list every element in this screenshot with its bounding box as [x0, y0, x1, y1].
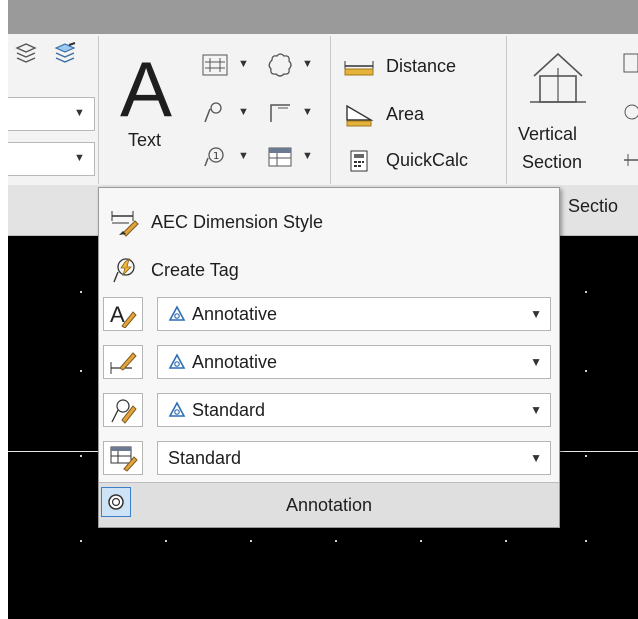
annotation-panel-title: Annotation	[285, 494, 373, 515]
quickcalc-label: QuickCalc	[386, 150, 469, 170]
aec-dimension-style-label: AEC Dimension Style	[151, 211, 324, 232]
area-label: Area	[386, 104, 425, 124]
annotative-icon	[168, 305, 186, 321]
callout-tool-icon[interactable]	[618, 98, 638, 126]
grid-dot	[585, 455, 587, 457]
grid-dot	[335, 540, 337, 542]
text-style-select[interactable]: Annotative ▼	[157, 297, 551, 331]
chevron-down-icon[interactable]: ▼	[238, 58, 249, 70]
tag-icon[interactable]: 1	[198, 142, 232, 172]
section-line-icon[interactable]	[618, 146, 638, 174]
dimension-style-select[interactable]: Annotative ▼	[157, 345, 551, 379]
pin-panel-button[interactable]	[101, 487, 131, 517]
dimension-style-button[interactable]	[103, 345, 143, 379]
multileader-style-select[interactable]: Standard ▼	[157, 393, 551, 427]
area-button[interactable]: Area	[340, 100, 490, 130]
text-style-value: Annotative	[192, 303, 278, 324]
multileader-style-value: Standard	[192, 399, 266, 420]
annotative-icon	[168, 401, 186, 417]
text-icon: A	[120, 45, 173, 133]
vertical-section-label-line1: Vertical	[518, 124, 578, 144]
grid-dot	[250, 540, 252, 542]
svg-text:1: 1	[213, 151, 219, 162]
grid-dot	[80, 370, 82, 372]
leader-icon[interactable]	[198, 98, 232, 128]
chevron-down-icon: ▼	[530, 307, 542, 321]
panel-separator	[506, 36, 507, 184]
title-bar	[8, 0, 638, 34]
vertical-section-label-line2: Section	[522, 152, 583, 172]
revision-cloud-icon[interactable]	[264, 50, 296, 80]
table-style-select[interactable]: Standard ▼	[157, 441, 551, 475]
table-icon[interactable]	[264, 142, 296, 172]
layer-states-icon[interactable]	[12, 40, 40, 66]
create-tag-label: Create Tag	[151, 259, 239, 280]
text-button-label: Text	[128, 130, 162, 150]
svg-text:A: A	[110, 302, 125, 327]
annotative-icon	[168, 353, 186, 369]
annotation-panel-title-bar[interactable]: Annotation	[99, 482, 559, 527]
calculator-icon	[350, 150, 368, 172]
section-tool-icon[interactable]	[618, 50, 638, 78]
chevron-down-icon[interactable]: ▼	[302, 106, 313, 118]
grid-dot	[505, 540, 507, 542]
dimension-style-value: Annotative	[192, 351, 278, 372]
grid-dot	[80, 455, 82, 457]
vertical-section-icon	[530, 52, 586, 103]
grid-dot	[80, 291, 82, 293]
grid-dot	[80, 540, 82, 542]
distance-label: Distance	[386, 56, 457, 76]
area-icon	[346, 104, 374, 127]
grid-dot	[585, 540, 587, 542]
layer-combo[interactable]: ▼	[8, 97, 95, 131]
table-style-value: Standard	[168, 447, 242, 468]
multileader-style-button[interactable]	[103, 393, 143, 427]
create-tag-row[interactable]: Create Tag	[99, 248, 559, 292]
text-style-icon: A	[110, 302, 137, 328]
grid-dot	[585, 370, 587, 372]
chevron-down-icon[interactable]: ▼	[238, 106, 249, 118]
distance-icon	[344, 61, 374, 76]
elevation-label-icon[interactable]	[264, 98, 296, 128]
table-style-row: Standard ▼	[99, 438, 559, 478]
panel-separator	[330, 36, 331, 184]
sections-panel-title[interactable]: Sectio	[568, 196, 618, 217]
chevron-down-icon[interactable]: ▼	[238, 150, 249, 162]
pin-icon	[108, 494, 124, 510]
quickcalc-button[interactable]: QuickCalc	[340, 146, 500, 176]
grid-dot	[165, 540, 167, 542]
multileader-style-icon	[111, 399, 137, 424]
distance-button[interactable]: Distance	[340, 52, 490, 82]
create-tag-icon	[113, 258, 135, 283]
layer-combo-2[interactable]: ▼	[8, 142, 95, 176]
vertical-section-button[interactable]: Vertical Section	[514, 44, 606, 180]
multileader-style-row: Standard ▼	[99, 390, 559, 430]
text-style-button[interactable]: A	[103, 297, 143, 331]
chevron-down-icon[interactable]: ▼	[302, 150, 313, 162]
dimension-style-icon	[110, 352, 137, 374]
chevron-down-icon: ▼	[530, 403, 542, 417]
table-style-button[interactable]	[103, 441, 143, 475]
dimension-style-row: Annotative ▼	[99, 342, 559, 382]
panel-separator	[98, 36, 99, 184]
chevron-down-icon: ▼	[74, 107, 85, 119]
annotation-panel-flyout: AEC Dimension Style Create Tag A Annotat…	[98, 187, 560, 528]
aec-dimension-style-icon	[111, 211, 139, 237]
text-button[interactable]: A Text	[112, 44, 184, 156]
grid-dot	[585, 291, 587, 293]
chevron-down-icon: ▼	[74, 152, 85, 164]
aec-dimension-style-row[interactable]: AEC Dimension Style	[99, 200, 559, 244]
layer-properties-icon[interactable]	[50, 40, 80, 66]
chevron-down-icon[interactable]: ▼	[302, 58, 313, 70]
chevron-down-icon: ▼	[530, 451, 542, 465]
table-style-icon	[110, 446, 138, 472]
text-style-row: A Annotative ▼	[99, 294, 559, 334]
grid-dot	[420, 540, 422, 542]
chevron-down-icon: ▼	[530, 355, 542, 369]
dimension-icon[interactable]	[198, 50, 232, 80]
